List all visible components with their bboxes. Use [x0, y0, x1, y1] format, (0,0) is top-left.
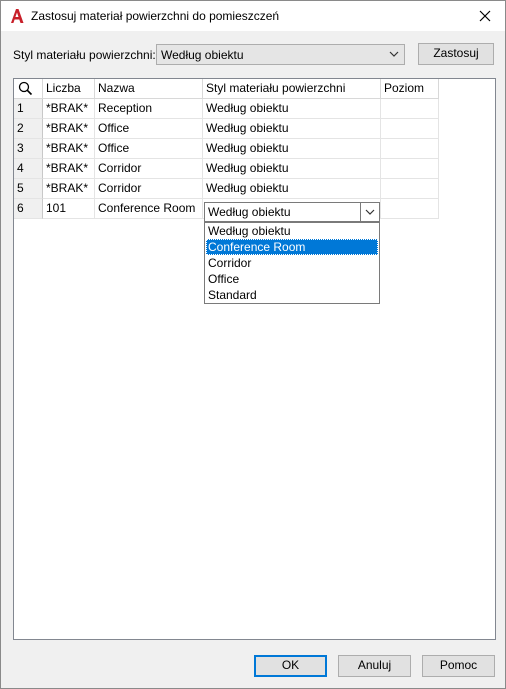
style-select-value: Według obiektu	[161, 48, 244, 62]
chevron-down-icon	[365, 209, 375, 215]
style-label: Styl materiału powierzchni:	[13, 48, 156, 62]
cell-liczba[interactable]: 101	[43, 199, 95, 219]
help-button[interactable]: Pomoc	[422, 655, 495, 677]
cell-liczba[interactable]: *BRAK*	[43, 179, 95, 199]
style-select[interactable]: Według obiektu	[156, 44, 405, 65]
dropdown-option[interactable]: Office	[206, 271, 378, 287]
cell-poziom[interactable]	[381, 159, 439, 179]
row-number[interactable]: 1	[14, 99, 43, 119]
cell-nazwa[interactable]: Reception	[95, 99, 203, 119]
column-header-liczba[interactable]: Liczba	[43, 79, 95, 99]
cell-liczba[interactable]: *BRAK*	[43, 159, 95, 179]
style-dropdown-list: Według obiektu Conference Room Corridor …	[204, 222, 380, 304]
cell-nazwa[interactable]: Corridor	[95, 179, 203, 199]
autocad-a-icon	[9, 8, 25, 24]
cell-style-combo-value: Według obiektu	[208, 205, 291, 219]
cell-poziom[interactable]	[381, 199, 439, 219]
dropdown-option[interactable]: Według obiektu	[206, 223, 378, 239]
cell-poziom[interactable]	[381, 99, 439, 119]
close-icon	[479, 10, 491, 22]
close-button[interactable]	[465, 1, 505, 31]
rooms-table[interactable]: Liczba Nazwa Styl materiału powierzchni …	[13, 78, 496, 640]
column-header-styl[interactable]: Styl materiału powierzchni	[203, 79, 381, 99]
row-number[interactable]: 2	[14, 119, 43, 139]
cell-styl[interactable]: Według obiektu	[203, 179, 381, 199]
dialog-window: Zastosuj materiał powierzchni do pomiesz…	[0, 0, 506, 689]
dropdown-option[interactable]: Standard	[206, 287, 378, 303]
cell-styl[interactable]: Według obiektu	[203, 159, 381, 179]
cell-poziom[interactable]	[381, 139, 439, 159]
row-number[interactable]: 5	[14, 179, 43, 199]
search-column-header[interactable]	[14, 79, 43, 99]
cell-styl[interactable]: Według obiektu	[203, 119, 381, 139]
cell-nazwa[interactable]: Office	[95, 119, 203, 139]
chevron-down-icon	[389, 51, 399, 57]
cell-nazwa[interactable]: Corridor	[95, 159, 203, 179]
row-number[interactable]: 4	[14, 159, 43, 179]
cancel-button[interactable]: Anuluj	[338, 655, 411, 677]
ok-button[interactable]: OK	[254, 655, 327, 677]
cell-styl[interactable]: Według obiektu	[203, 139, 381, 159]
cell-poziom[interactable]	[381, 119, 439, 139]
combo-dropdown-button[interactable]	[360, 203, 379, 221]
dropdown-option[interactable]: Corridor	[206, 255, 378, 271]
row-number[interactable]: 3	[14, 139, 43, 159]
row-number[interactable]: 6	[14, 199, 43, 219]
cell-liczba[interactable]: *BRAK*	[43, 139, 95, 159]
column-header-poziom[interactable]: Poziom	[381, 79, 439, 99]
column-header-nazwa[interactable]: Nazwa	[95, 79, 203, 99]
cell-nazwa[interactable]: Office	[95, 139, 203, 159]
dropdown-option-selected[interactable]: Conference Room	[206, 239, 378, 255]
apply-button[interactable]: Zastosuj	[418, 43, 494, 65]
search-icon	[18, 81, 33, 96]
cell-liczba[interactable]: *BRAK*	[43, 119, 95, 139]
cell-styl[interactable]: Według obiektu	[203, 99, 381, 119]
cell-liczba[interactable]: *BRAK*	[43, 99, 95, 119]
title-bar: Zastosuj materiał powierzchni do pomiesz…	[1, 1, 505, 31]
cell-style-combo[interactable]: Według obiektu	[204, 202, 380, 222]
cell-poziom[interactable]	[381, 179, 439, 199]
cell-nazwa[interactable]: Conference Room	[95, 199, 203, 219]
window-title: Zastosuj materiał powierzchni do pomiesz…	[31, 9, 280, 23]
